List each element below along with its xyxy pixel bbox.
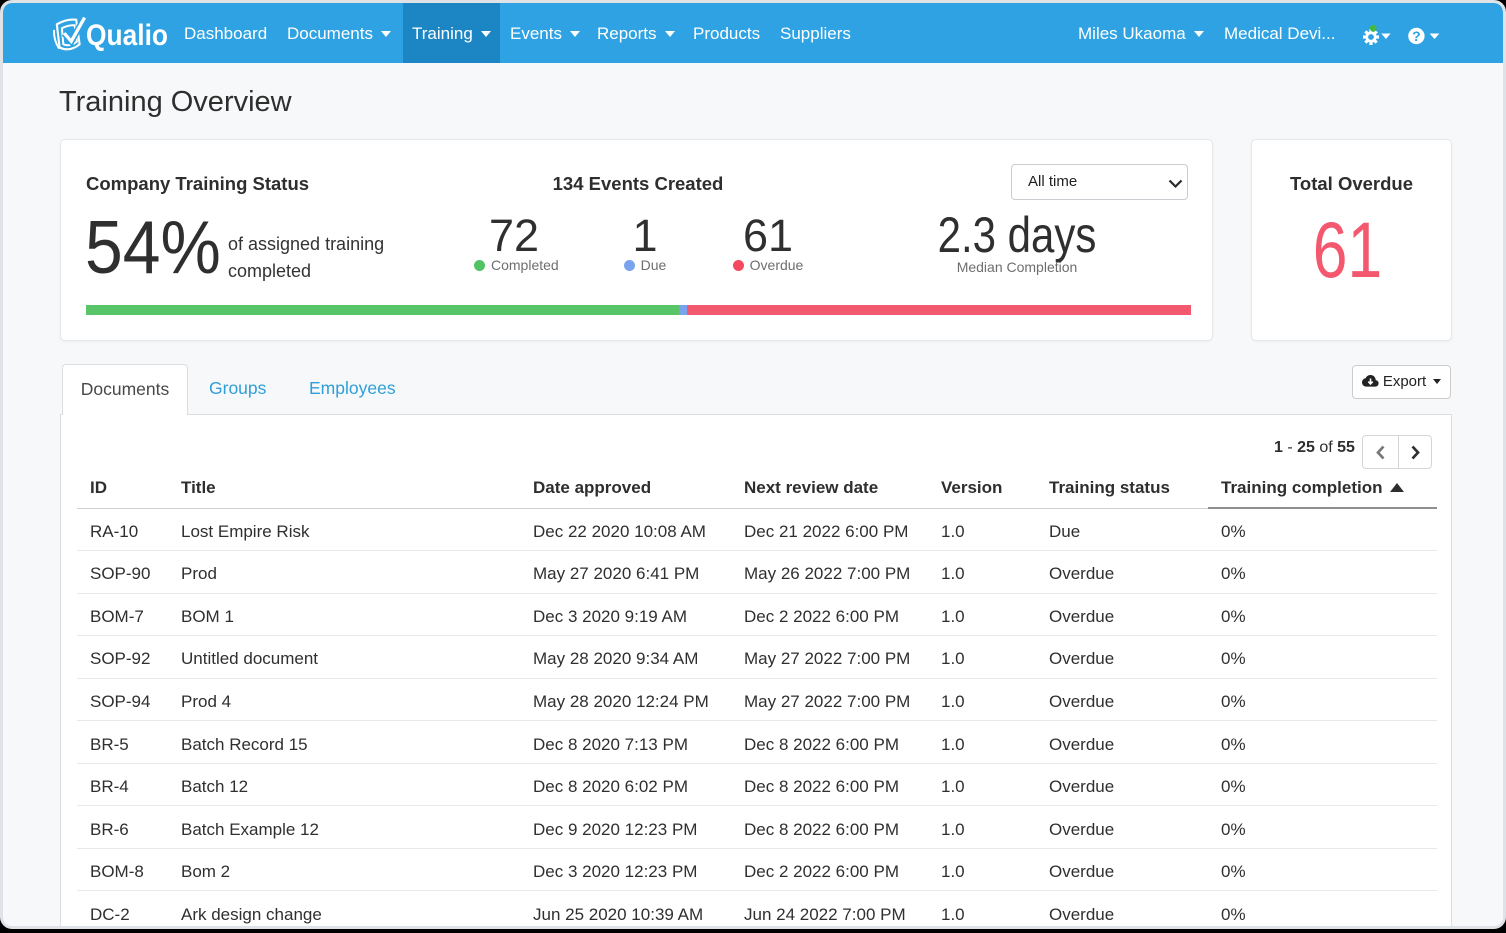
svg-text:Qualio: Qualio	[86, 19, 168, 52]
svg-text:?: ?	[1412, 28, 1421, 44]
